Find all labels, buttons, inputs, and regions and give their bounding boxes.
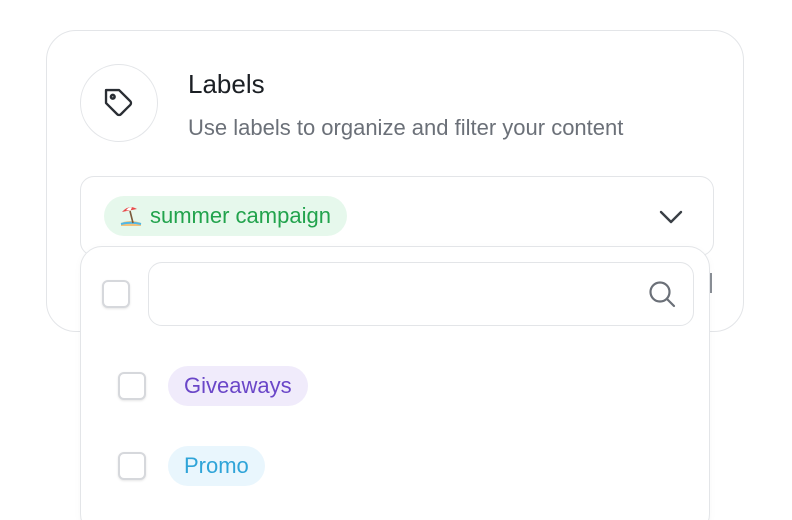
beach-umbrella-icon	[118, 203, 144, 229]
chevron-down-icon[interactable]	[656, 202, 686, 232]
option-checkbox-giveaways[interactable]	[118, 372, 146, 400]
option-label: Promo	[184, 453, 249, 478]
search-input[interactable]	[148, 262, 694, 326]
option-checkbox-promo[interactable]	[118, 452, 146, 480]
section-title: Labels	[188, 69, 265, 99]
section-description: Use labels to organize and filter your c…	[188, 115, 624, 140]
option-label: Giveaways	[184, 373, 292, 398]
search-icon[interactable]	[646, 278, 678, 310]
tag-icon	[104, 88, 133, 117]
labels-panel: Labels Use labels to organize and filter…	[0, 0, 792, 520]
option-chip-giveaways[interactable]: Giveaways	[168, 366, 308, 406]
selected-label-chip[interactable]: summer campaign	[104, 196, 347, 236]
select-all-checkbox[interactable]	[102, 280, 130, 308]
option-chip-promo[interactable]: Promo	[168, 446, 265, 486]
tag-icon-badge	[80, 64, 158, 142]
selected-label-text: summer campaign	[150, 203, 331, 228]
